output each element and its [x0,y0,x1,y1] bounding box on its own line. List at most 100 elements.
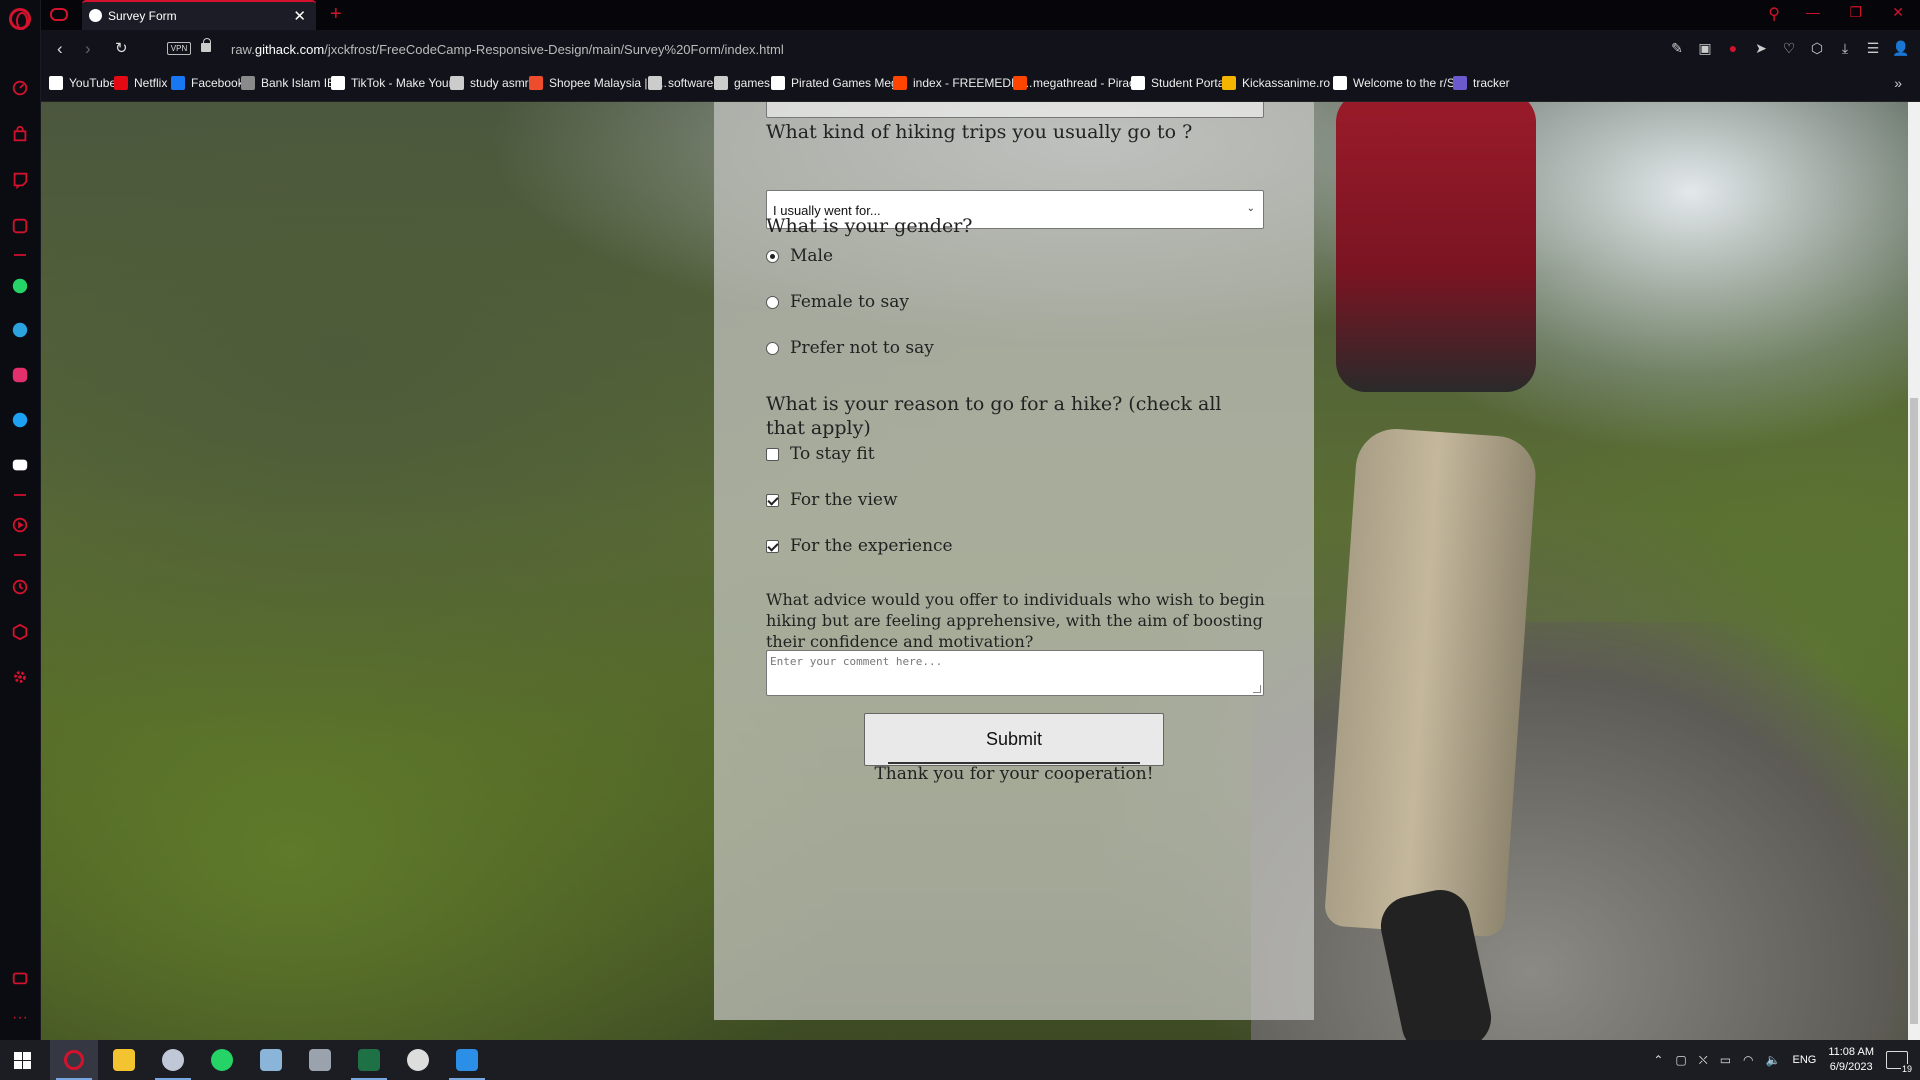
menu-icon[interactable]: ☰ [1864,39,1882,57]
bookmark-favicon-icon [714,76,728,90]
twitch-icon[interactable] [10,170,30,190]
reason-option-fit[interactable]: To stay fit [766,444,875,464]
bookmark-item[interactable]: Pirated Games Meg... [771,76,908,90]
bookmark-item[interactable]: TikTok - Make Your... [331,76,462,90]
previous-input-field[interactable] [766,102,1264,118]
camera-icon[interactable]: ▣ [1696,39,1714,57]
notification-center-icon[interactable]: 19 [1886,1051,1913,1074]
gender-option-prefer-not[interactable]: Prefer not to say [766,338,934,358]
comment-textarea[interactable]: Enter your comment here... [766,650,1264,696]
settings-gear-icon[interactable] [10,667,30,687]
bookmark-item[interactable]: index - FREEMEDIA... [893,76,1032,90]
speed-dial-icon[interactable] [10,78,30,98]
new-tab-icon[interactable]: + [330,3,342,26]
submit-button[interactable]: Submit [864,713,1164,766]
reason-option-view[interactable]: For the view [766,490,898,510]
player-icon[interactable] [10,515,30,535]
close-window-icon[interactable]: ✕ [1892,4,1904,21]
history-icon[interactable] [10,577,30,597]
taskbar-excel[interactable] [345,1040,393,1080]
gender-option-male[interactable]: Male [766,246,833,266]
gender-option-female[interactable]: Female to say [766,292,909,312]
search-tabs-icon[interactable]: ⚲ [1768,4,1780,24]
close-tab-icon[interactable]: ✕ [293,7,306,25]
download-icon[interactable]: ⤓ [1836,39,1854,57]
bookmark-label: tracker [1473,76,1510,90]
twitter-icon[interactable] [10,410,30,430]
shopping-bag-icon[interactable] [10,124,30,144]
whatsapp-icon[interactable] [10,276,30,296]
bookmark-item[interactable]: study asmr [450,76,529,90]
snapshot-icon[interactable] [10,968,30,988]
reason-option-experience[interactable]: For the experience [766,536,953,556]
lock-icon[interactable] [201,38,211,52]
minimize-icon[interactable]: — [1806,4,1820,20]
bookmark-item[interactable]: tracker [1453,76,1510,90]
sidebar-divider [14,554,26,556]
wifi-icon[interactable]: ◠ [1743,1053,1753,1067]
bookmark-item[interactable]: YouTube [49,76,116,90]
instagram-icon[interactable] [10,365,30,385]
gx-control-icon[interactable] [49,6,69,24]
bookmark-item[interactable]: Netflix [114,76,167,90]
taskbar-steam[interactable] [394,1040,442,1080]
send-icon[interactable]: ➤ [1752,39,1770,57]
adblock-shield-icon[interactable]: ● [1724,39,1742,57]
bookmarks-overflow-icon[interactable]: » [1894,75,1902,91]
bookmark-item[interactable]: Facebook [171,76,244,90]
scrollbar-thumb[interactable] [1910,398,1918,1024]
radio-female[interactable] [766,295,779,309]
discord-icon[interactable] [10,455,30,475]
bookmark-item[interactable]: megathread - Piracy [1013,76,1141,90]
taskbar-file-explorer[interactable] [100,1040,148,1080]
bookmark-label: software [668,76,714,90]
bookmark-item[interactable]: games [714,76,770,90]
tab-survey-form[interactable]: Survey Form ✕ [82,0,316,30]
network-off-icon[interactable]: ⛌ [1699,1053,1708,1068]
bookmark-item[interactable]: Welcome to the r/S... [1333,76,1465,90]
extensions-cube-icon[interactable] [10,622,30,642]
radio-male[interactable] [766,249,779,263]
taskbar-app[interactable] [296,1040,344,1080]
taskbar-app-paint[interactable] [149,1040,197,1080]
taskbar-photos[interactable] [443,1040,491,1080]
bookmark-item[interactable]: Bank Islam IB [241,76,335,90]
clock[interactable]: 11:08 AM 6/9/2023 [1828,1045,1874,1075]
windows-start-icon[interactable] [14,1052,31,1069]
telegram-icon[interactable] [10,320,30,340]
checkbox-view[interactable] [766,493,779,507]
radio-prefer-not[interactable] [766,341,779,355]
checkbox-fit[interactable] [766,447,779,461]
bookmark-item[interactable]: software [648,76,713,90]
volume-icon[interactable]: 🔈 [1766,1053,1781,1067]
more-dots-icon[interactable]: ··· [10,1008,30,1028]
taskbar-notes[interactable] [247,1040,295,1080]
device-icon[interactable]: ▢ [1675,1053,1686,1067]
gx-corner-icon[interactable] [10,216,30,236]
scrollbar-track[interactable] [1908,102,1920,1040]
bookmark-item[interactable]: Student Portal [1131,76,1227,90]
bookmark-favicon-icon [1453,76,1467,90]
taskbar-opera-gx[interactable] [50,1040,98,1080]
forward-icon[interactable]: › [85,39,91,59]
reload-icon[interactable]: ↻ [115,39,128,57]
vpn-badge[interactable]: VPN [167,42,191,55]
checkbox-experience[interactable] [766,539,779,553]
restore-icon[interactable]: ❐ [1849,4,1862,21]
opera-logo-icon[interactable] [9,8,31,30]
folder-icon [113,1049,135,1071]
bookmark-item[interactable]: Kickassanime.ro -... [1222,76,1347,90]
cube-icon[interactable]: ⬡ [1808,39,1826,57]
url-field[interactable]: raw.githack.com/jxckfrost/FreeCodeCamp-R… [231,42,784,57]
language-indicator[interactable]: ENG [1792,1054,1816,1066]
edit-share-icon[interactable]: ✎ [1668,39,1686,57]
back-icon[interactable]: ‹ [57,39,63,59]
heart-icon[interactable]: ♡ [1780,39,1798,57]
resize-grip-icon[interactable] [1253,685,1261,693]
bookmark-label: Student Portal [1151,76,1228,90]
chevron-up-icon[interactable]: ⌃ [1653,1053,1663,1067]
taskbar-whatsapp[interactable] [198,1040,246,1080]
battery-icon[interactable]: ▭ [1720,1053,1731,1067]
bookmark-item[interactable]: Shopee Malaysia | F... [529,76,667,90]
profile-icon[interactable]: 👤 [1892,39,1910,57]
